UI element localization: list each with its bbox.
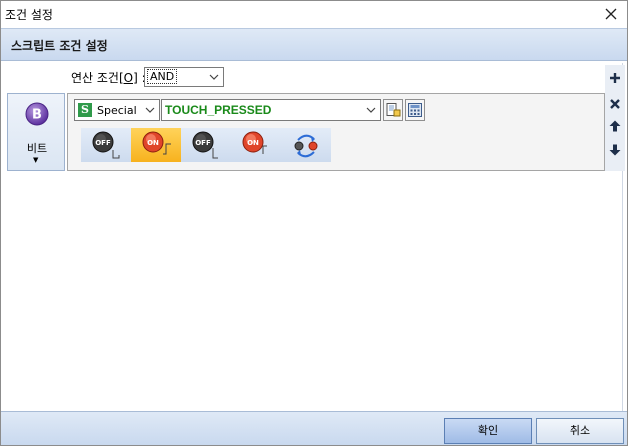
contact-type-toolbar: OFF ON OFF ON [81, 128, 331, 162]
dropdown-arrow-icon: ▼ [33, 156, 39, 164]
bit-type-button[interactable]: B 비트 ▼ [7, 93, 65, 171]
add-condition-button[interactable] [606, 67, 624, 89]
dialog-footer: 확인 취소 [1, 411, 627, 445]
document-browse-icon [386, 103, 401, 117]
special-badge: S [78, 103, 92, 117]
address-value: TOUCH_PRESSED [165, 103, 272, 117]
arrow-down-icon [609, 144, 621, 156]
bit-b-icon: B [25, 102, 49, 126]
close-icon [605, 8, 617, 20]
chevron-down-icon [366, 107, 376, 113]
chevron-down-icon [209, 74, 219, 80]
device-type-select[interactable]: S Special [74, 99, 160, 121]
bit-type-label: 비트 [26, 142, 48, 155]
off-falling-icon: OFF [192, 131, 218, 159]
svg-text:OFF: OFF [95, 139, 111, 147]
on-rising-icon: ON [142, 131, 171, 155]
section-title: 스크립트 조건 설정 [11, 39, 108, 53]
ok-button[interactable]: 확인 [444, 418, 532, 444]
cancel-button[interactable]: 취소 [536, 418, 624, 444]
contact-on-rising-button[interactable]: ON [131, 128, 181, 162]
condition-settings-dialog: 조건 설정 스크립트 조건 설정 연산 조건[O] : AND B 비트 ▼ S… [0, 0, 628, 446]
svg-text:ON: ON [147, 139, 159, 147]
arrow-up-icon [609, 120, 621, 132]
state-change-icon [294, 134, 318, 158]
chevron-down-icon [145, 107, 155, 113]
contact-off-rising-button[interactable]: OFF [81, 128, 131, 162]
on-falling-icon: ON [242, 131, 267, 154]
address-browse-button[interactable] [383, 99, 403, 121]
svg-text:B: B [32, 108, 42, 123]
delete-x-icon [610, 99, 620, 109]
contact-off-falling-button[interactable]: OFF [181, 128, 231, 162]
condition-editor: S Special TOUCH_PRESSED OFF ON OFF ON [67, 93, 605, 171]
plus-icon [610, 73, 620, 83]
delete-condition-button[interactable] [606, 93, 624, 115]
calculator-icon [408, 103, 422, 117]
svg-text:ON: ON [247, 139, 259, 147]
operation-label: 연산 조건[O] : [71, 69, 146, 86]
operation-select[interactable]: AND [144, 67, 224, 87]
address-select[interactable]: TOUCH_PRESSED [161, 99, 381, 121]
move-down-button[interactable] [606, 139, 624, 161]
operation-select-value: AND [146, 69, 178, 84]
content-area: 연산 조건[O] : AND B 비트 ▼ S Special TOUCH_PR… [5, 63, 625, 411]
contact-change-button[interactable] [281, 128, 331, 162]
svg-text:OFF: OFF [195, 139, 211, 147]
move-up-button[interactable] [606, 115, 624, 137]
side-toolbar [605, 65, 625, 171]
address-keypad-button[interactable] [405, 99, 425, 121]
close-button[interactable] [601, 4, 621, 24]
operation-label-key: [O] [118, 71, 138, 85]
off-rising-icon: OFF [92, 131, 120, 159]
section-header: 스크립트 조건 설정 [1, 28, 627, 61]
operation-label-text: 연산 조건 [71, 71, 119, 85]
window-title: 조건 설정 [5, 8, 53, 22]
device-type-value: Special [97, 104, 137, 117]
title-bar: 조건 설정 [1, 1, 627, 28]
contact-on-falling-button[interactable]: ON [231, 128, 281, 162]
